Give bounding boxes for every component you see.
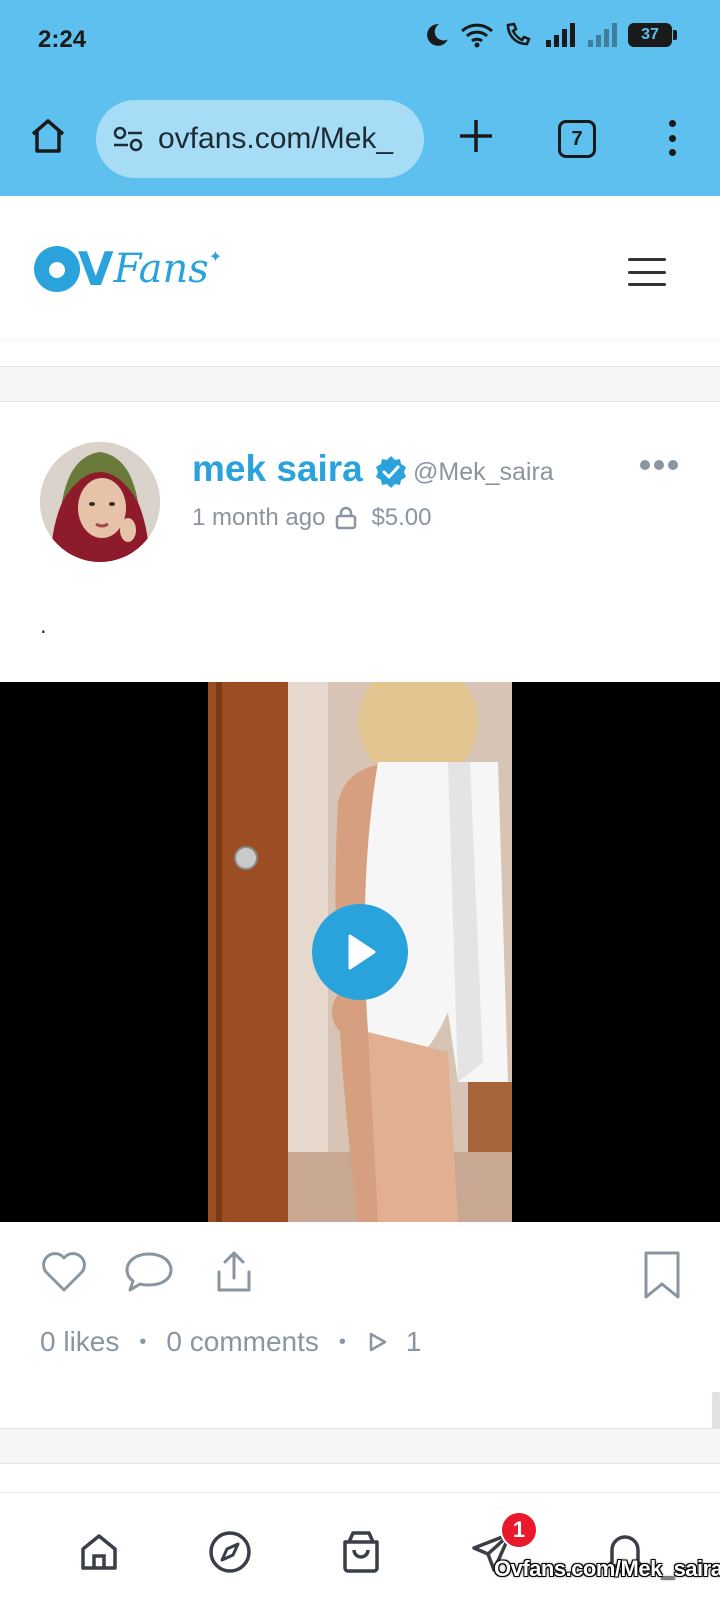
tabs-button[interactable]: 7 (558, 120, 596, 158)
moon-icon (427, 24, 448, 46)
messages-badge: 1 (500, 1511, 538, 1549)
views-count: 1 (405, 1326, 422, 1357)
nav-home[interactable] (76, 1529, 122, 1575)
views-icon (369, 1332, 387, 1352)
signal-icon (546, 23, 575, 47)
browser-home-button[interactable] (26, 114, 70, 158)
post-time: 1 month ago (192, 504, 326, 531)
play-button[interactable] (312, 904, 408, 1000)
share-icon (217, 1251, 251, 1292)
play-icon (348, 934, 376, 970)
home-icon (31, 119, 65, 153)
nav-shop[interactable] (338, 1529, 384, 1575)
logo-lock-icon (34, 246, 80, 292)
home-icon (81, 1534, 117, 1570)
ovfans-logo[interactable]: V Fans ✦ (34, 246, 222, 292)
section-divider (0, 1428, 720, 1464)
address-bar[interactable]: ovfans.com/Mek_ (96, 100, 424, 178)
hamburger-icon (628, 258, 666, 261)
bag-icon (343, 1531, 379, 1573)
bookmark-icon (644, 1251, 680, 1299)
browser-menu-button[interactable] (662, 118, 682, 158)
status-time: 2:24 (38, 26, 87, 53)
call-icon (506, 22, 531, 46)
status-icons: 37 (424, 22, 677, 48)
battery-indicator: 37 (628, 23, 677, 47)
section-divider (0, 366, 720, 402)
compass-icon (209, 1531, 251, 1573)
wifi-icon (460, 23, 494, 48)
author-avatar[interactable] (40, 442, 160, 562)
comments-count[interactable]: 0 comments (166, 1326, 319, 1358)
comment-icon (125, 1252, 173, 1292)
browser-chrome: 2:24 37 ovfans.com/Mek_ 7 (0, 0, 720, 196)
nav-explore[interactable] (207, 1529, 253, 1575)
plus-icon (460, 120, 492, 152)
logo-fans: Fans (113, 246, 209, 292)
post-meta: 1 month ago $5.00 (192, 504, 432, 532)
bookmark-button[interactable] (642, 1250, 682, 1300)
share-button[interactable] (214, 1250, 254, 1294)
author-handle[interactable]: @Mek_saira (413, 458, 554, 487)
url-text[interactable]: ovfans.com/Mek_ (158, 122, 393, 156)
new-tab-button[interactable] (456, 116, 496, 156)
heart-icon (42, 1252, 86, 1292)
author-name[interactable]: mek saira (192, 448, 363, 490)
comment-button[interactable] (124, 1250, 174, 1294)
post-text: . (40, 612, 47, 639)
lock-icon (336, 506, 357, 530)
site-header: V Fans ✦ (0, 196, 720, 339)
verified-icon (376, 456, 406, 488)
separator-dot: • (338, 1330, 346, 1353)
likes-count[interactable]: 0 likes (40, 1326, 119, 1358)
sparkle-icon: ✦ (208, 249, 223, 266)
signal-2-icon (588, 23, 617, 47)
logo-v: V (78, 242, 114, 296)
hamburger-menu-button[interactable] (628, 258, 666, 286)
site-settings-icon[interactable] (112, 125, 144, 153)
more-vert-icon (668, 120, 676, 127)
bottom-nav: 1 (0, 1492, 720, 1604)
watermark-text: Ovfans.com/Mek_saira (494, 1556, 720, 1581)
post-options-button[interactable] (640, 460, 678, 470)
separator-dot: • (139, 1330, 147, 1353)
avatar-image (40, 442, 160, 562)
more-horiz-icon (640, 460, 650, 470)
post-price: $5.00 (371, 504, 432, 531)
like-button[interactable] (40, 1250, 88, 1294)
post-stats: 0 likes • 0 comments • 1 (40, 1326, 421, 1358)
